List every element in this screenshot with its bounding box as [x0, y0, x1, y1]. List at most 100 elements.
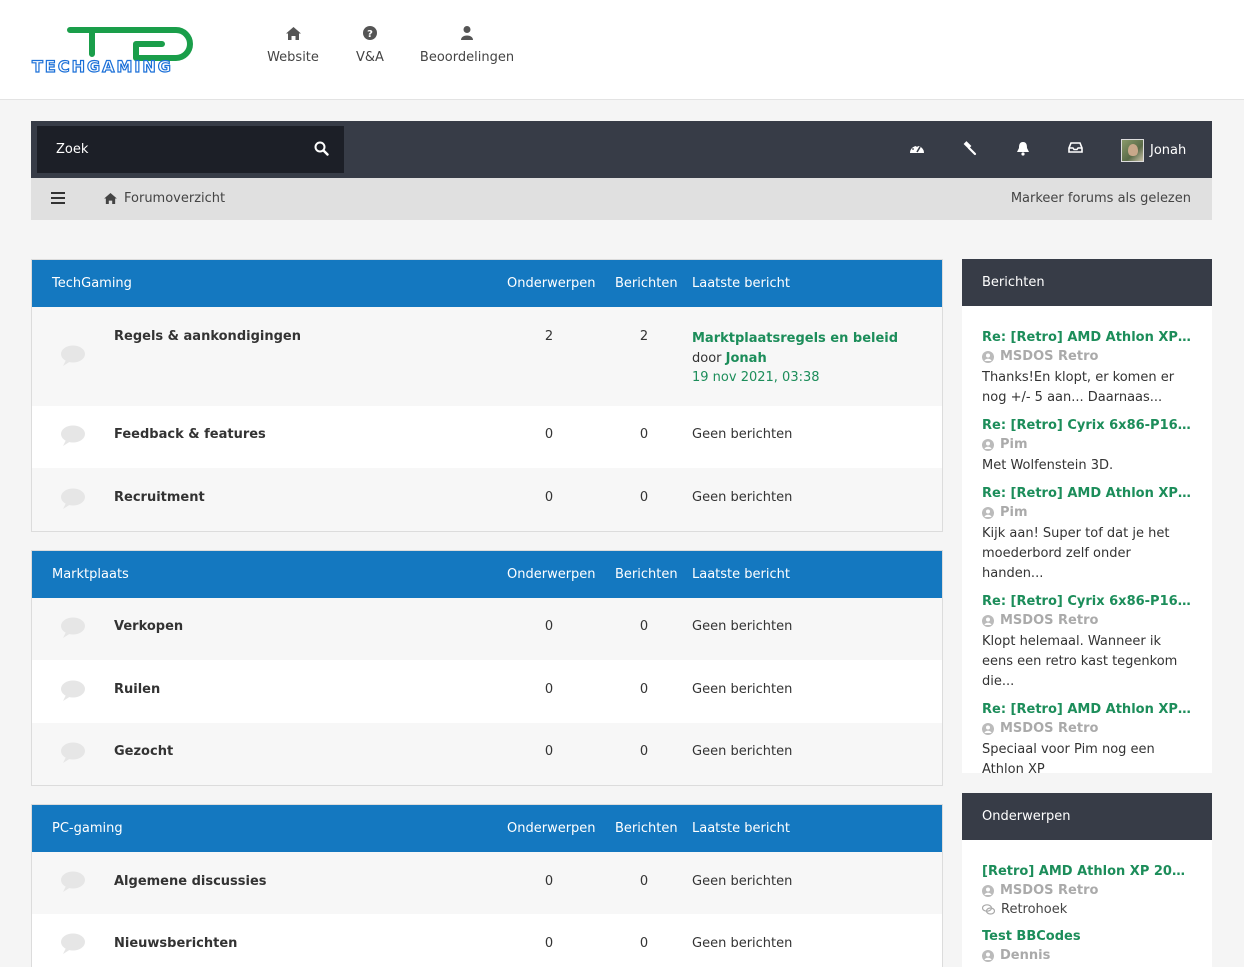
svg-text:?: ?	[367, 29, 373, 40]
forum-topic-count: 0	[544, 744, 554, 759]
forum-row: Nieuwsberichten 0 0 Geen berichten	[32, 914, 942, 967]
last-post-empty: Geen berichten	[692, 874, 793, 889]
user-circle-icon	[982, 438, 994, 451]
forum-topic-count: 0	[544, 936, 554, 951]
user-circle-icon	[982, 949, 994, 962]
recent-post-topic-link[interactable]: Re: [Retro] Cyrix 6x86-P166+	[982, 416, 1192, 435]
forum-post-count: 2	[639, 329, 649, 344]
home-icon	[104, 193, 117, 204]
recent-topic-link[interactable]: [Retro] AMD Athlon XP 2000+ (AXDA2000DUT…	[982, 862, 1192, 881]
recent-post: Re: [Retro] Cyrix 6x86-P166+ MSDOS Retro…	[982, 592, 1192, 692]
forum-name[interactable]: Feedback & features	[114, 427, 266, 442]
author-name: MSDOS Retro	[1000, 613, 1099, 628]
site-header: TECHGAMING Website ? V&A Beoordelingen	[0, 0, 1244, 100]
search-box	[37, 126, 344, 173]
dashboard-icon[interactable]	[909, 141, 927, 159]
recent-post-author[interactable]: MSDOS Retro	[982, 611, 1192, 630]
recent-post-author[interactable]: MSDOS Retro	[982, 719, 1192, 738]
forum-name[interactable]: Gezocht	[114, 744, 173, 759]
forum-read-icon	[61, 488, 85, 509]
recent-posts-widget: Berichten Re: [Retro] AMD Athlon XP 2000…	[962, 259, 1212, 777]
user-circle-icon	[982, 722, 994, 735]
column-posts: Berichten	[615, 276, 678, 291]
category-header: PC-gaming Onderwerpen Berichten Laatste …	[32, 805, 942, 852]
author-name: Dennis	[1000, 948, 1051, 963]
recent-topic-link[interactable]: Test BBCodes	[982, 927, 1192, 946]
recent-topics-widget: Onderwerpen [Retro] AMD Athlon XP 2000+ …	[962, 793, 1212, 967]
category-title[interactable]: TechGaming	[52, 276, 132, 291]
menu-icon[interactable]	[51, 192, 65, 204]
last-post-topic-link[interactable]: Marktplaatsregels en beleid	[692, 331, 898, 346]
last-post-empty: Geen berichten	[692, 490, 793, 505]
author-name: Pim	[1000, 437, 1028, 452]
forum-post-count: 0	[639, 619, 649, 634]
recent-topic-author[interactable]: MSDOS Retro	[982, 881, 1192, 900]
forum-topic-count: 0	[544, 874, 554, 889]
forum-name[interactable]: Ruilen	[114, 682, 160, 697]
forum-post-count: 0	[639, 874, 649, 889]
recent-post-topic-link[interactable]: Re: [Retro] AMD Athlon XP 2000+ (A...	[982, 328, 1192, 347]
breadcrumb[interactable]: Forumoverzicht	[104, 191, 225, 206]
recent-post-excerpt: Met Wolfenstein 3D.	[982, 458, 1114, 473]
recent-post-topic-link[interactable]: Re: [Retro] AMD Athlon XP 2000+ (A...	[982, 484, 1192, 503]
user-menu[interactable]: Jonah	[1121, 138, 1186, 162]
user-circle-icon	[982, 884, 994, 897]
forum-row: Regels & aankondigingen 2 2 Marktplaatsr…	[32, 307, 942, 406]
mark-forums-read-link[interactable]: Markeer forums als gelezen	[1011, 191, 1191, 206]
widget-title: Berichten	[962, 259, 1212, 306]
forum-post-count: 0	[639, 427, 649, 442]
category-title[interactable]: Marktplaats	[52, 567, 129, 582]
recent-topic-author[interactable]: Dennis	[982, 946, 1192, 965]
recent-post-author[interactable]: Pim	[982, 503, 1192, 522]
forum-name[interactable]: Regels & aankondigingen	[114, 329, 301, 344]
last-post-author-link[interactable]: Jonah	[726, 351, 767, 366]
forum-category: PC-gaming Onderwerpen Berichten Laatste …	[31, 804, 943, 967]
column-last-post: Laatste bericht	[692, 821, 790, 836]
recent-post-topic-link[interactable]: Re: [Retro] AMD Athlon XP 2000+ (A...	[982, 700, 1192, 719]
forum-name[interactable]: Nieuwsberichten	[114, 936, 237, 951]
recent-post-topic-link[interactable]: Re: [Retro] Cyrix 6x86-P166+	[982, 592, 1192, 611]
column-topics: Onderwerpen	[507, 276, 596, 291]
gavel-icon[interactable]	[962, 141, 980, 159]
breadcrumb-bar: Forumoverzicht Markeer forums als geleze…	[31, 178, 1212, 220]
forum-topic-count: 0	[544, 682, 554, 697]
last-post-empty: Geen berichten	[692, 427, 793, 442]
last-post-by-label: door	[692, 350, 722, 366]
recent-topic: [Retro] AMD Athlon XP 2000+ (AXDA2000DUT…	[982, 862, 1192, 919]
forum-post-count: 0	[639, 682, 649, 697]
last-post-empty: Geen berichten	[692, 619, 793, 634]
breadcrumb-home-label: Forumoverzicht	[124, 191, 226, 206]
search-input[interactable]	[37, 126, 297, 173]
techgaming-logo[interactable]: TECHGAMING	[30, 22, 222, 77]
search-icon[interactable]	[314, 141, 330, 157]
author-name: MSDOS Retro	[1000, 349, 1099, 364]
recent-post: Re: [Retro] AMD Athlon XP 2000+ (A... Pi…	[982, 484, 1192, 584]
recent-post-excerpt: Klopt helemaal. Wanneer ik eens een retr…	[982, 634, 1178, 689]
avatar	[1121, 138, 1144, 162]
recent-post-author[interactable]: MSDOS Retro	[982, 347, 1192, 366]
recent-post: Re: [Retro] AMD Athlon XP 2000+ (A... MS…	[982, 328, 1192, 408]
category-title[interactable]: PC-gaming	[52, 821, 123, 836]
forum-name[interactable]: Recruitment	[114, 490, 205, 505]
inbox-icon[interactable]	[1068, 141, 1086, 159]
forum-read-icon	[61, 742, 85, 763]
forum-row: Gezocht 0 0 Geen berichten	[32, 723, 942, 785]
recent-post-excerpt: Kijk aan! Super tof dat je het moederbor…	[982, 526, 1170, 581]
recent-topic-forum[interactable]: Retrohoek	[982, 900, 1192, 919]
last-post-empty: Geen berichten	[692, 682, 793, 697]
recent-post-excerpt: Speciaal voor Pim nog een Athlon XP	[982, 742, 1155, 777]
forum-read-icon	[61, 345, 85, 366]
nav-qa-label: V&A	[356, 50, 384, 65]
forum-post-count: 0	[639, 936, 649, 951]
forum-name[interactable]: Algemene discussies	[114, 874, 267, 889]
recent-post-author[interactable]: Pim	[982, 435, 1192, 454]
forum-topic-count: 2	[544, 329, 554, 344]
last-post-date-link[interactable]: 19 nov 2021, 03:38	[692, 370, 820, 385]
nav-qa[interactable]: ? V&A	[324, 22, 416, 65]
nav-website[interactable]: Website	[262, 22, 324, 65]
forum-category: Marktplaats Onderwerpen Berichten Laatst…	[31, 550, 943, 786]
nav-reviews[interactable]: Beoordelingen	[416, 22, 518, 65]
bell-icon[interactable]	[1016, 141, 1034, 159]
forum-name[interactable]: Verkopen	[114, 619, 183, 634]
author-name: Pim	[1000, 505, 1028, 520]
